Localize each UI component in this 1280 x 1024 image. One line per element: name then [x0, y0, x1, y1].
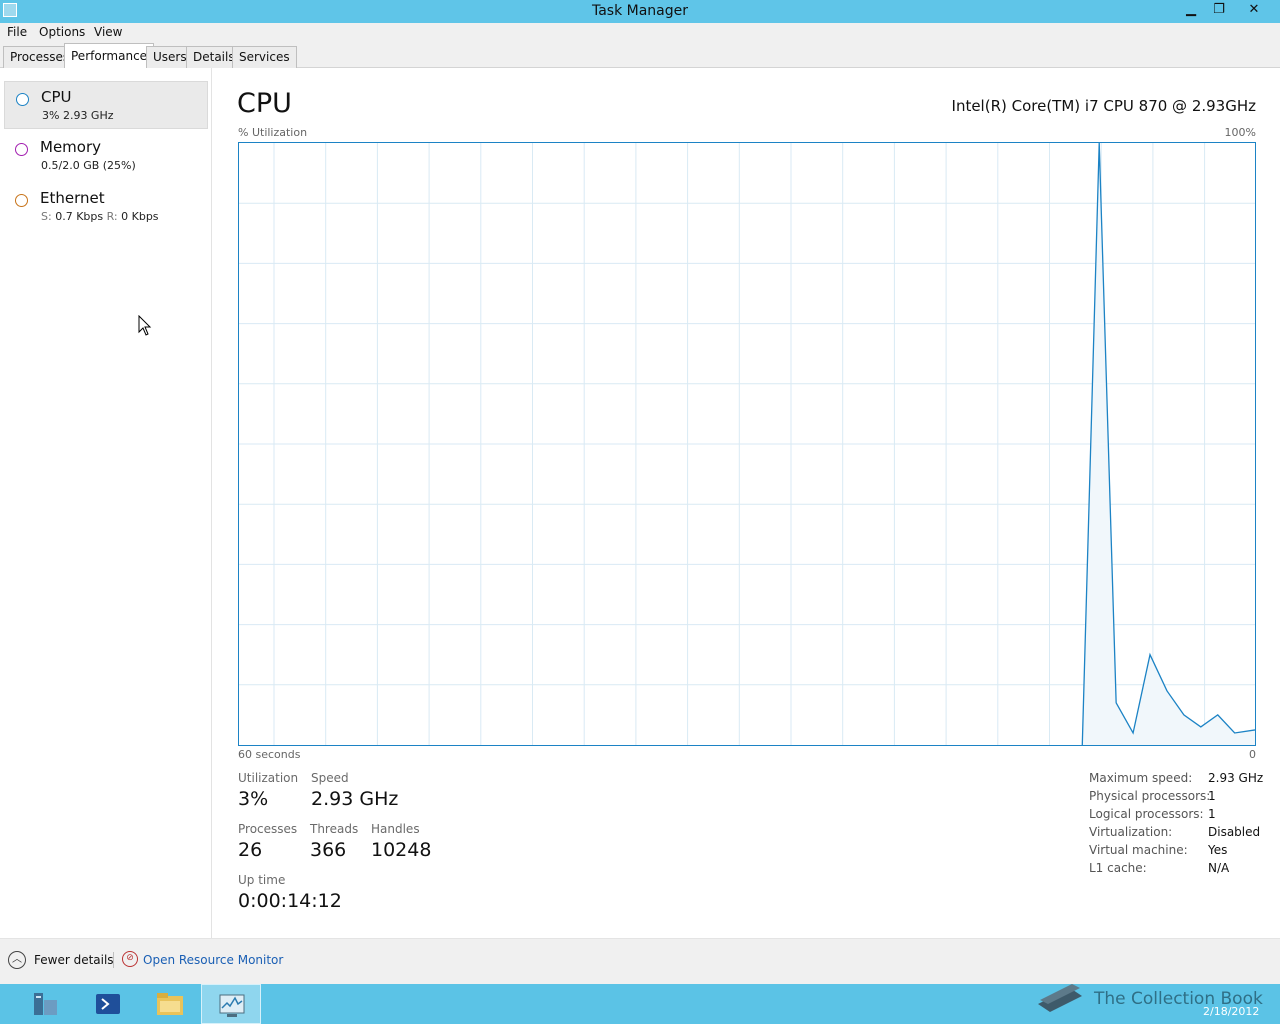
utilization-stat: Utilization 3%	[238, 771, 298, 810]
menu-view[interactable]: View	[94, 25, 122, 39]
open-resource-monitor-link[interactable]: Open Resource Monitor	[143, 953, 283, 967]
resource-list-pane: CPU 3% 2.93 GHz Memory 0.5/2.0 GB (25%) …	[0, 68, 212, 938]
cpu-model-name: Intel(R) Core(TM) i7 CPU 870 @ 2.93GHz	[951, 97, 1256, 115]
uptime-value: 0:00:14:12	[238, 890, 342, 912]
sidebar-item-label: Ethernet	[40, 189, 105, 207]
sidebar-item-sub: 3% 2.93 GHz	[42, 109, 114, 122]
processes-label: Processes	[238, 822, 298, 836]
chevron-up-icon[interactable]: ︿	[8, 951, 26, 969]
watermark: The Collection Book	[1030, 984, 1270, 1024]
speed-value: 2.93 GHz	[311, 788, 399, 810]
resource-monitor-icon[interactable]: ⊘	[122, 951, 138, 967]
sidebar-item-sub: 0.5/2.0 GB (25%)	[41, 159, 136, 172]
utilization-value: 3%	[238, 788, 269, 810]
task-manager-icon	[219, 994, 245, 1017]
utilization-label: Utilization	[238, 771, 299, 785]
sidebar-item-label: CPU	[41, 88, 72, 106]
threads-label: Threads	[310, 822, 359, 836]
speed-stat: Speed 2.93 GHz	[311, 771, 398, 810]
server-manager-icon	[34, 993, 57, 1015]
close-button[interactable]: ✕	[1234, 0, 1274, 21]
sidebar-item-memory[interactable]: Memory 0.5/2.0 GB (25%)	[4, 132, 208, 180]
menu-bar: File Options View	[0, 23, 1280, 43]
processes-value: 26	[238, 839, 263, 861]
cpu-ring-icon	[16, 93, 29, 106]
threads-stat: Threads 366	[310, 822, 358, 861]
x-axis-left-label: 60 seconds	[238, 748, 301, 761]
handles-stat: Handles 10248	[371, 822, 431, 861]
tab-performance[interactable]: Performance	[64, 43, 155, 69]
taskbar-powershell[interactable]	[78, 984, 138, 1024]
taskbar: The Collection Book 2/18/2012	[0, 984, 1280, 1024]
book-icon	[1038, 984, 1082, 1012]
taskbar-file-explorer[interactable]	[140, 984, 200, 1024]
powershell-icon	[96, 994, 120, 1014]
ethernet-ring-icon	[15, 194, 28, 207]
handles-value: 10248	[371, 839, 432, 861]
fewer-details-link[interactable]: Fewer details	[34, 953, 114, 967]
page-title: CPU	[237, 88, 292, 119]
menu-file[interactable]: File	[7, 25, 27, 39]
sidebar-item-sub: S: 0.7 Kbps R: 0 Kbps	[41, 210, 159, 223]
sidebar-item-label: Memory	[40, 138, 102, 156]
minimize-button[interactable]: ▁	[1178, 0, 1204, 21]
y-axis-label: % Utilization	[238, 126, 308, 139]
uptime-stat: Up time 0:00:14:12	[238, 873, 342, 912]
cpu-utilization-graph	[238, 142, 1256, 746]
y-axis-max-label: 100%	[1224, 126, 1256, 139]
threads-value: 366	[310, 839, 347, 861]
uptime-label: Up time	[238, 873, 286, 887]
memory-ring-icon	[15, 143, 28, 156]
menu-options[interactable]: Options	[39, 25, 85, 39]
tab-strip: Processes Performance Users Details Serv…	[0, 43, 1280, 69]
mouse-cursor-icon	[138, 315, 152, 336]
folder-icon	[157, 993, 183, 1015]
restore-button[interactable]: ❐	[1206, 0, 1232, 21]
sidebar-item-cpu[interactable]: CPU 3% 2.93 GHz	[4, 81, 208, 129]
sidebar-item-ethernet[interactable]: Ethernet S: 0.7 Kbps R: 0 Kbps	[4, 183, 208, 231]
handles-label: Handles	[371, 822, 420, 836]
x-axis-right-label: 0	[1249, 748, 1256, 761]
window-title: Task Manager	[591, 3, 689, 19]
processes-stat: Processes 26	[238, 822, 297, 861]
divider	[113, 952, 114, 968]
tray-date[interactable]: 2/18/2012	[1203, 1005, 1259, 1018]
tab-services[interactable]: Services	[232, 46, 297, 68]
title-bar: Task Manager ▁ ❐ ✕	[0, 0, 1280, 23]
taskbar-task-manager[interactable]	[201, 984, 261, 1024]
speed-label: Speed	[311, 771, 349, 785]
taskbar-server-manager[interactable]	[15, 984, 75, 1024]
